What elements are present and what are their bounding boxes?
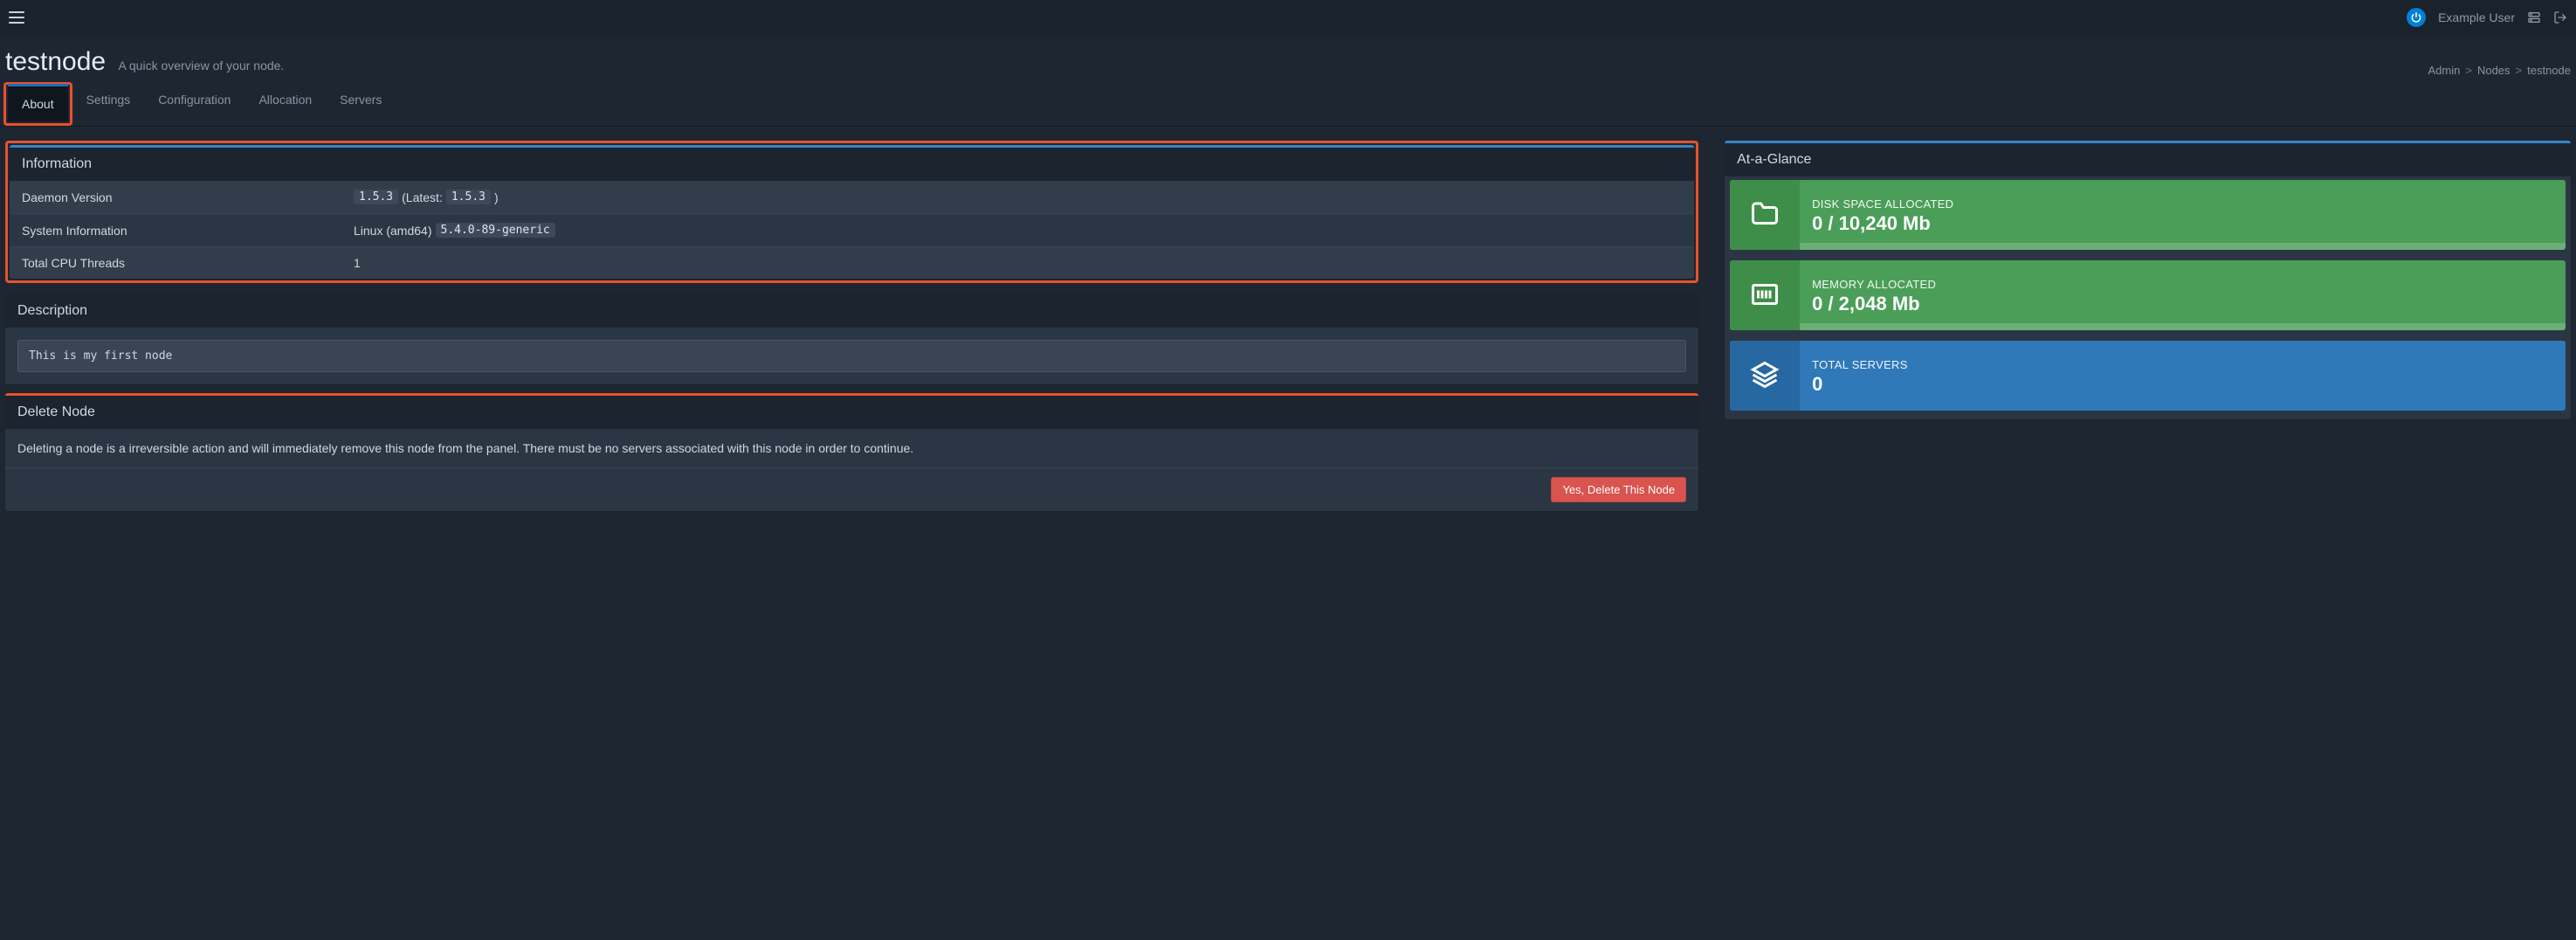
- value-system-kernel: 5.4.0-89-generic: [436, 223, 555, 238]
- information-panel-highlight: Information Daemon Version 1.5.3 (Latest…: [5, 141, 1698, 283]
- label-latest-close: ): [494, 190, 499, 204]
- row-daemon-version: Daemon Version 1.5.3 (Latest: 1.5.3 ): [10, 181, 1694, 213]
- breadcrumb-admin[interactable]: Admin: [2428, 64, 2461, 77]
- stat-disk-bar: [1800, 243, 2566, 250]
- tab-about-highlight: About: [3, 82, 72, 126]
- layers-icon: [1749, 359, 1780, 393]
- stat-memory-value: 0 / 2,048 Mb: [1812, 293, 2553, 315]
- row-system-info: System Information Linux (amd64) 5.4.0-8…: [10, 213, 1694, 246]
- label-system-info: System Information: [22, 224, 354, 238]
- stat-memory-title: MEMORY ALLOCATED: [1812, 278, 2553, 291]
- information-panel: Information Daemon Version 1.5.3 (Latest…: [10, 145, 1694, 279]
- delete-node-warning: Deleting a node is a irreversible action…: [17, 441, 913, 455]
- stat-disk-title: DISK SPACE ALLOCATED: [1812, 197, 2553, 211]
- description-panel-title: Description: [5, 294, 1698, 328]
- value-daemon-latest: 1.5.3: [446, 190, 491, 204]
- tab-configuration[interactable]: Configuration: [144, 82, 245, 126]
- delete-node-panel: Delete Node Deleting a node is a irrever…: [5, 393, 1698, 511]
- folder-icon: [1749, 198, 1780, 232]
- logout-icon[interactable]: [2553, 10, 2567, 24]
- server-list-icon[interactable]: [2527, 10, 2541, 24]
- power-icon[interactable]: [2407, 8, 2426, 27]
- value-cpu-threads: 1: [354, 256, 361, 270]
- at-a-glance-panel: At-a-Glance DISK SPACE ALLOCATED 0 / 10,…: [1725, 141, 2571, 419]
- tab-settings[interactable]: Settings: [72, 82, 145, 126]
- breadcrumb-nodes[interactable]: Nodes: [2477, 64, 2511, 77]
- value-daemon-version: 1.5.3: [354, 190, 398, 204]
- breadcrumb-current: testnode: [2527, 64, 2571, 77]
- user-name[interactable]: Example User: [2438, 10, 2515, 24]
- at-a-glance-title: At-a-Glance: [1725, 143, 2571, 176]
- information-panel-title: Information: [10, 148, 1694, 181]
- bars-icon: [1749, 279, 1780, 313]
- page-header: testnode A quick overview of your node. …: [0, 35, 2576, 82]
- breadcrumb: Admin > Nodes > testnode: [2428, 64, 2572, 77]
- tab-about[interactable]: About: [8, 84, 68, 121]
- row-cpu-threads: Total CPU Threads 1: [10, 246, 1694, 279]
- tab-allocation[interactable]: Allocation: [245, 82, 326, 126]
- top-navbar: Example User: [0, 0, 2576, 35]
- stat-servers: TOTAL SERVERS 0: [1730, 341, 2566, 411]
- stat-memory-bar: [1800, 323, 2566, 330]
- tab-bar: About Settings Configuration Allocation …: [0, 82, 2576, 127]
- delete-node-button[interactable]: Yes, Delete This Node: [1551, 477, 1686, 502]
- description-panel: Description This is my first node: [5, 292, 1698, 384]
- label-latest-open: (Latest:: [402, 190, 443, 204]
- tab-servers[interactable]: Servers: [326, 82, 396, 126]
- delete-node-title: Delete Node: [5, 396, 1698, 429]
- stat-servers-value: 0: [1812, 373, 2553, 396]
- stat-disk-value: 0 / 10,240 Mb: [1812, 212, 2553, 235]
- label-daemon-version: Daemon Version: [22, 190, 354, 204]
- stat-memory: MEMORY ALLOCATED 0 / 2,048 Mb: [1730, 260, 2566, 330]
- menu-toggle-icon[interactable]: [9, 11, 24, 24]
- page-subtitle: A quick overview of your node.: [118, 59, 284, 73]
- stat-servers-title: TOTAL SERVERS: [1812, 358, 2553, 371]
- page-title: testnode A quick overview of your node.: [5, 47, 284, 77]
- value-system-os: Linux (amd64): [354, 224, 432, 238]
- description-text: This is my first node: [17, 340, 1686, 372]
- stat-disk: DISK SPACE ALLOCATED 0 / 10,240 Mb: [1730, 180, 2566, 250]
- label-cpu-threads: Total CPU Threads: [22, 256, 354, 270]
